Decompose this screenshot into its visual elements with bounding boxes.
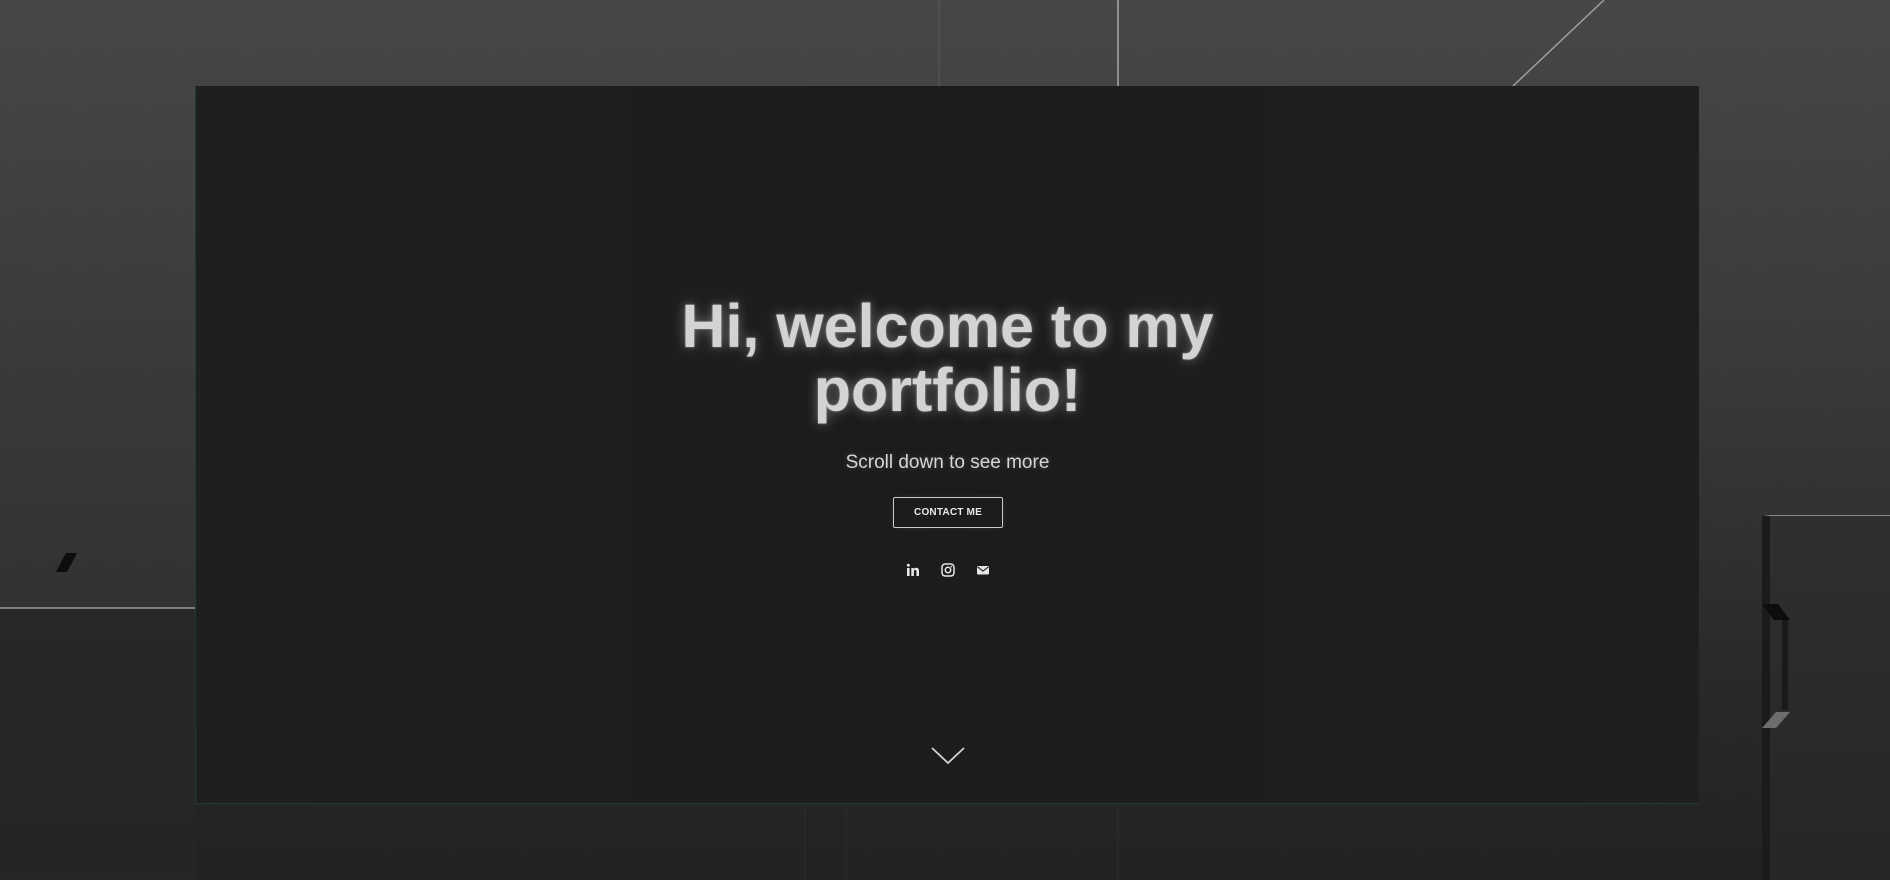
email-icon[interactable] [975,562,991,578]
hero-title-line-1: Hi, welcome to my [681,292,1214,360]
instagram-icon[interactable] [940,562,956,578]
panel-accent-shapes [1762,604,1790,728]
background-side-panel [1762,515,1890,880]
hero-title: Hi, welcome to my portfolio! [196,294,1699,422]
contact-me-button[interactable]: CONTACT ME [893,497,1003,528]
social-links [196,562,1699,578]
chevron-down-icon[interactable] [930,744,966,768]
hero-section: Hi, welcome to my portfolio! Scroll down… [195,86,1699,804]
linkedin-icon[interactable] [905,562,921,578]
hero-subtitle: Scroll down to see more [845,452,1050,473]
hero-title-line-2: portfolio! [813,356,1082,424]
